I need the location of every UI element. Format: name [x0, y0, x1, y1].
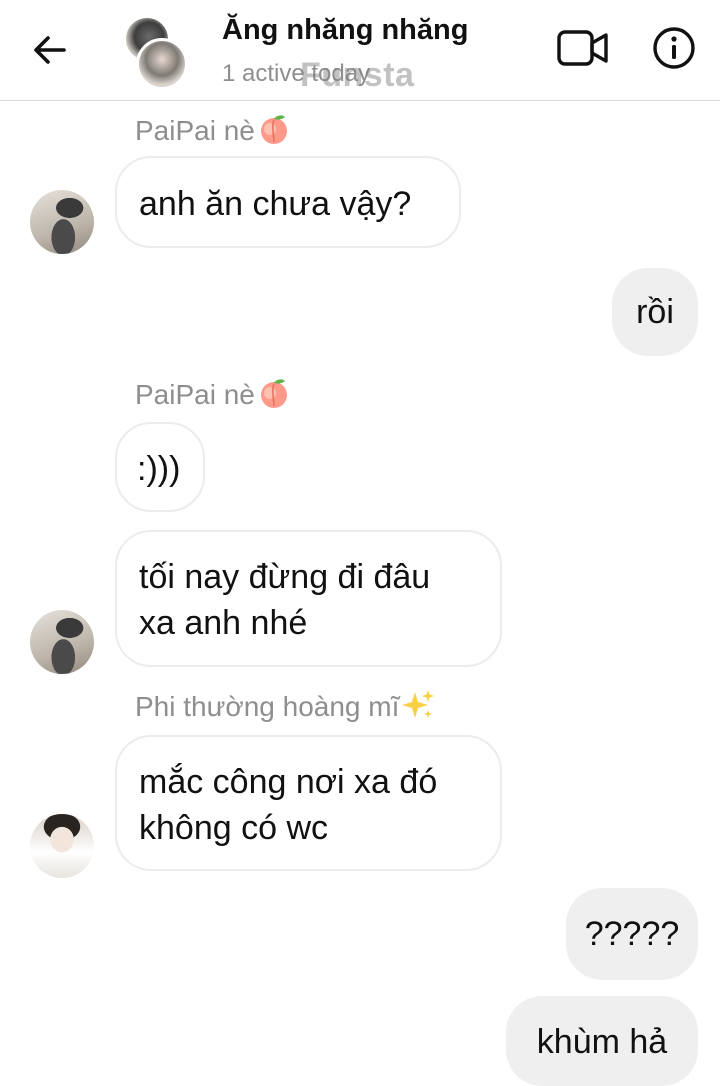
- arrow-left-icon: [34, 36, 66, 64]
- message-text-line: không có wc: [139, 809, 328, 847]
- back-button[interactable]: [28, 28, 72, 72]
- message-text-line: xa anh nhé: [139, 604, 308, 642]
- message-text: khùm hả: [536, 1023, 668, 1061]
- message-text-line: tối nay đừng đi đâu: [139, 558, 431, 596]
- message-bubble-outgoing[interactable]: rồi: [612, 268, 698, 356]
- info-circle-icon: [653, 27, 695, 69]
- group-avatar-member-2: [136, 38, 188, 90]
- sender-avatar[interactable]: [30, 814, 94, 878]
- video-call-button[interactable]: [556, 26, 610, 70]
- message-text: anh ăn chưa vậy?: [139, 185, 412, 223]
- sender-label: PaiPai nè: [135, 378, 255, 410]
- sender-label: PaiPai nè: [135, 114, 255, 146]
- watermark-text: Funsta: [300, 56, 415, 94]
- peach-icon: [257, 376, 291, 417]
- message-bubble-incoming[interactable]: anh ăn chưa vậy?: [115, 156, 461, 248]
- sender-avatar[interactable]: [30, 610, 94, 674]
- message-text: ?????: [584, 915, 680, 953]
- chat-header: Ăng nhăng nhăng 1 active today Funsta: [0, 0, 720, 101]
- peach-icon: [257, 112, 291, 153]
- chat-screen: Ăng nhăng nhăng 1 active today Funsta Pa…: [0, 0, 720, 1086]
- group-avatar[interactable]: [124, 16, 190, 90]
- message-bubble-outgoing[interactable]: khùm hả: [506, 996, 698, 1086]
- message-text-line: mắc công nơi xa đó: [139, 763, 438, 801]
- sender-avatar[interactable]: [30, 190, 94, 254]
- video-camera-icon: [557, 30, 608, 66]
- info-button[interactable]: [650, 24, 698, 72]
- sender-label: Phi thường hoàng mĩ: [135, 690, 400, 722]
- chat-title[interactable]: Ăng nhăng nhăng: [222, 14, 468, 47]
- message-bubble-incoming[interactable]: mắc công nơi xa đó không có wc: [115, 735, 502, 871]
- sender-name: Phi thường hoàng mĩ: [135, 688, 435, 729]
- message-bubble-incoming[interactable]: :))): [115, 422, 205, 512]
- sparkles-icon: [401, 688, 435, 729]
- message-text: :))): [137, 450, 181, 488]
- sender-name: PaiPai nè: [135, 112, 291, 153]
- message-text: rồi: [636, 293, 674, 331]
- message-bubble-incoming[interactable]: tối nay đừng đi đâu xa anh nhé: [115, 530, 502, 667]
- sender-name: PaiPai nè: [135, 376, 291, 417]
- message-bubble-outgoing[interactable]: ?????: [566, 888, 698, 980]
